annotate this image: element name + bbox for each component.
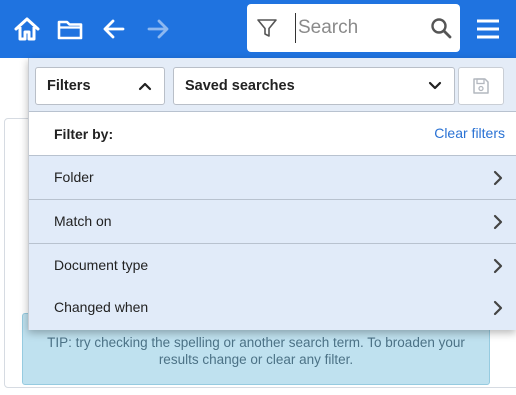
filter-option-match-on[interactable]: Match on [29, 200, 516, 244]
floppy-disk-icon [473, 78, 489, 94]
chevron-down-icon [428, 81, 442, 90]
folder-button[interactable] [53, 12, 87, 46]
filter-by-header: Filter by: Clear filters [29, 112, 516, 156]
search-input[interactable] [295, 13, 423, 43]
funnel-icon[interactable] [255, 16, 279, 40]
chevron-up-icon [138, 82, 152, 91]
filter-panel: Filters Saved searches Filter by: Clear … [28, 58, 516, 330]
menu-button[interactable] [471, 12, 505, 46]
filter-option-label: Match on [54, 213, 112, 229]
filter-option-document-type[interactable]: Document type [29, 244, 516, 288]
chevron-right-icon [493, 300, 503, 316]
filter-option-label: Document type [54, 257, 149, 273]
hamburger-menu-icon [477, 19, 499, 39]
filters-label: Filters [47, 78, 91, 94]
chevron-right-icon [493, 214, 503, 230]
arrow-left-icon [103, 19, 125, 39]
top-bar [0, 0, 516, 58]
filter-by-label: Filter by: [54, 126, 114, 142]
forward-button[interactable] [141, 12, 175, 46]
filter-option-label: Folder [54, 169, 94, 185]
tip-text: TIP: try checking the spelling or anothe… [47, 335, 465, 367]
filter-controls: Filters Saved searches [29, 58, 516, 112]
filter-option-changed-when[interactable]: Changed when [29, 286, 516, 330]
search-box [247, 4, 460, 52]
filter-option-label: Changed when [54, 299, 149, 315]
clear-filters-link[interactable]: Clear filters [434, 125, 505, 141]
magnifier-icon[interactable] [429, 16, 453, 40]
saved-searches-dropdown[interactable]: Saved searches [173, 67, 455, 105]
filter-option-folder[interactable]: Folder [29, 156, 516, 200]
chevron-right-icon [493, 258, 503, 274]
filters-toggle-button[interactable]: Filters [35, 67, 165, 105]
folder-icon [57, 20, 83, 40]
chevron-right-icon [493, 170, 503, 186]
arrow-right-icon [147, 19, 169, 39]
save-search-button[interactable] [458, 67, 504, 105]
back-button[interactable] [97, 12, 131, 46]
home-button[interactable] [10, 12, 44, 46]
home-icon [14, 17, 40, 41]
saved-searches-label: Saved searches [185, 78, 295, 94]
